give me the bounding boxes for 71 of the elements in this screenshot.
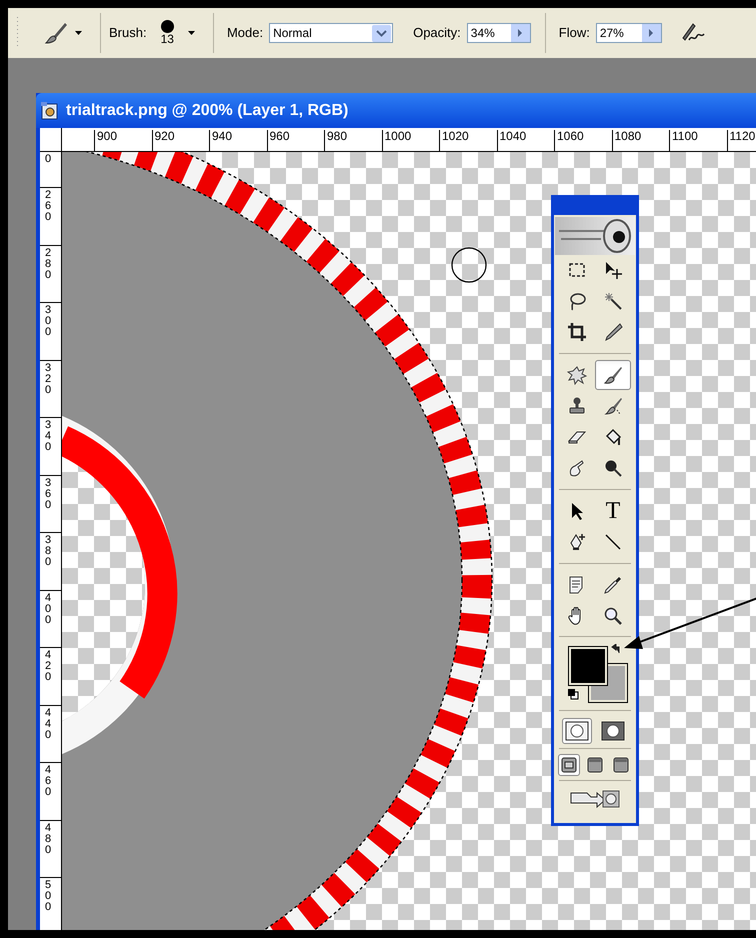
brush-size: 13 (160, 33, 174, 46)
knife-icon (603, 322, 623, 342)
brush-label: Brush: (109, 24, 147, 42)
spiky-blob-icon (567, 365, 587, 385)
opacity-label: Opacity: (413, 24, 461, 42)
ruler-label: 280 (45, 248, 52, 280)
zoom-icon (603, 606, 623, 626)
ruler-label: 980 (327, 130, 348, 143)
ruler-label: 1080 (614, 130, 642, 143)
window-icon (561, 757, 577, 773)
crop-icon (567, 322, 587, 342)
ruler-label: 440 (45, 708, 52, 740)
ruler-label: 940 (212, 130, 232, 143)
ruler-label: 0 (45, 154, 52, 165)
ruler-label: 1100 (672, 130, 698, 143)
brush-icon (43, 21, 69, 45)
chevron-down-icon (372, 24, 392, 42)
tool-button[interactable]: T (595, 496, 631, 526)
flow-field[interactable]: 27% (596, 23, 662, 43)
window-title: trialtrack.png @ 200% (Layer 1, RGB) (66, 100, 348, 120)
flow-label: Flow: (558, 24, 590, 42)
ruler-label: 400 (45, 592, 52, 626)
brush-cursor-icon (451, 247, 487, 283)
caret-icon (188, 31, 195, 35)
magic-wand-icon (603, 291, 623, 311)
line-icon (603, 532, 623, 552)
ruler-label: 480 (45, 822, 52, 856)
brush-tip-icon (160, 20, 174, 33)
ruler-label: 460 (45, 765, 52, 798)
ruler-label: 1040 (500, 130, 526, 143)
ruler-label: 1000 (384, 130, 412, 143)
tool-preset-picker[interactable] (43, 21, 82, 45)
ruler-label: 320 (45, 362, 52, 396)
ruler-label: 420 (45, 650, 52, 683)
caret-icon (75, 31, 82, 35)
arrow-right-icon[interactable] (642, 24, 661, 42)
ruler-label: 1060 (557, 130, 584, 143)
document-icon (40, 100, 60, 120)
arrow-right-icon[interactable] (510, 24, 530, 42)
ruler-label: 300 (45, 305, 52, 338)
ruler-label: 1120 (730, 130, 756, 143)
mode-label: Mode: (226, 24, 264, 42)
default-colors-icon[interactable] (567, 688, 579, 700)
screen-mode-button[interactable] (558, 754, 580, 776)
opacity-field[interactable]: 34% (466, 23, 531, 43)
ruler-label: 960 (270, 130, 290, 143)
ruler-label: 340 (45, 420, 52, 453)
ruler-label: 260 (45, 190, 52, 223)
ruler-label: 360 (45, 478, 52, 510)
mode-dropdown[interactable]: Normal (269, 23, 394, 43)
round-tool-icon (603, 458, 623, 478)
eyedropper-icon (603, 575, 623, 595)
window-icon (587, 757, 603, 773)
ruler-label: 380 (45, 535, 52, 568)
ruler-label: 920 (154, 130, 175, 143)
arrow-move-icon (603, 260, 623, 280)
standard-mode-button[interactable] (562, 718, 592, 744)
brush-picker[interactable]: 13 (160, 20, 195, 46)
tool-button[interactable] (595, 360, 631, 390)
ruler-label: 500 (45, 880, 52, 913)
window-icon (613, 757, 629, 773)
brush-icon (603, 365, 623, 385)
stamp-icon (567, 396, 587, 416)
ruler-label: 900 (97, 130, 118, 143)
eye-logo-drawing[interactable] (555, 217, 635, 255)
ruler-label: 1020 (442, 130, 469, 143)
paint-bucket-icon (603, 427, 623, 447)
foreground-color-swatch[interactable] (569, 647, 607, 685)
ruler-origin[interactable] (40, 128, 62, 152)
swap-arrow-icon[interactable] (611, 644, 621, 654)
history-brush-icon (603, 396, 623, 416)
